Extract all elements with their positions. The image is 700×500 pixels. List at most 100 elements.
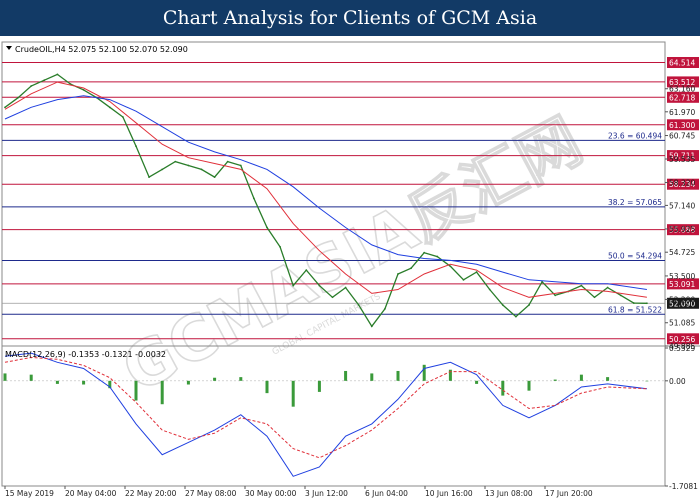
y-tick-label: 55.925 xyxy=(669,225,695,234)
price-point xyxy=(593,296,596,299)
macd-label: MACD(12,26,9) -0.1353 -0.1321 -0.0032 xyxy=(5,350,166,359)
fibonacci-label: 38.2 = 57.065 xyxy=(608,198,662,207)
x-tick-label: 22 May 20:00 xyxy=(125,489,177,498)
macd-histogram-bar xyxy=(475,380,479,384)
macd-histogram-bar xyxy=(579,374,583,381)
price-point xyxy=(436,255,439,258)
y-tick-label: 53.500 xyxy=(669,272,695,281)
macd-histogram-bar xyxy=(213,377,217,381)
price-point xyxy=(619,294,622,297)
price-point xyxy=(30,85,33,87)
x-tick-label: 17 Jun 20:00 xyxy=(545,489,593,498)
price-point xyxy=(423,251,426,254)
price-point xyxy=(580,284,583,287)
macd-histogram-bar xyxy=(186,380,190,385)
macd-histogram-bar xyxy=(370,373,374,381)
resistance-label: 61.300 xyxy=(669,121,695,130)
macd-histogram-bar xyxy=(645,380,649,382)
macd-histogram-bar xyxy=(553,379,557,381)
macd-histogram-bar xyxy=(317,380,321,392)
price-point xyxy=(122,116,124,118)
y-tick-label: 63.160 xyxy=(669,85,695,94)
price-point xyxy=(449,265,452,268)
price-point xyxy=(200,168,203,171)
macd-histogram-bar xyxy=(291,380,295,407)
price-chart: GCMASIA反汇网 GLOBAL CAPITAL MARKETS 64.514… xyxy=(1,41,700,498)
price-point xyxy=(292,284,295,287)
macd-histogram-bar xyxy=(134,380,138,401)
y-tick-label: 51.085 xyxy=(669,319,695,328)
macd-histogram-bar xyxy=(422,364,426,381)
macd-histogram-bar xyxy=(265,380,269,394)
price-point xyxy=(226,160,229,163)
x-tick-label: 13 Jun 08:00 xyxy=(485,489,533,498)
price-point xyxy=(187,164,190,167)
resistance-label: 64.514 xyxy=(669,58,695,67)
price-point xyxy=(318,284,321,287)
macd-histogram-bar xyxy=(160,380,164,405)
x-tick-label: 30 May 00:00 xyxy=(245,489,297,498)
price-point xyxy=(239,164,242,167)
fibonacci-label: 50.0 = 54.294 xyxy=(608,252,662,261)
price-point xyxy=(161,168,164,171)
x-tick-label: 27 May 08:00 xyxy=(185,489,237,498)
fibonacci-label: 61.8 = 51.522 xyxy=(608,305,662,314)
price-point xyxy=(357,304,360,306)
y-tick-label: 57.140 xyxy=(669,201,695,210)
macd-y-tick-label: 0.5329 xyxy=(669,344,695,353)
price-point xyxy=(266,226,268,229)
fibonacci-label: 23.6 = 60.494 xyxy=(608,131,662,140)
resistance-label: 62.718 xyxy=(669,93,695,102)
macd-histogram-bar xyxy=(396,370,400,381)
price-point xyxy=(82,88,85,91)
price-point xyxy=(253,197,255,200)
price-point xyxy=(384,307,386,310)
y-tick-label: 54.725 xyxy=(669,248,695,257)
price-point xyxy=(17,96,19,99)
price-point xyxy=(462,278,465,281)
price-point xyxy=(646,302,648,305)
x-tick-label: 15 May 2019 xyxy=(5,489,54,498)
price-point xyxy=(148,176,151,179)
chart-header: Chart Analysis for Clients of GCM Asia xyxy=(0,0,700,36)
price-point xyxy=(56,73,59,76)
macd-histogram-bar xyxy=(344,370,348,381)
x-tick-label: 20 May 04:00 xyxy=(65,489,117,498)
macd-histogram-bar xyxy=(501,380,505,396)
price-point xyxy=(331,296,334,299)
price-point xyxy=(554,294,557,297)
price-point xyxy=(410,267,412,270)
y-tick-label: 52.290 xyxy=(669,295,695,304)
price-point xyxy=(135,145,137,147)
macd-histogram-bar xyxy=(527,380,531,391)
symbol-info: CrudeOIL,H4 52.075 52.100 52.070 52.090 xyxy=(15,45,188,54)
x-tick-label: 6 Jun 04:00 xyxy=(365,489,408,498)
price-point xyxy=(606,286,609,289)
resistance-label: 53.091 xyxy=(669,280,695,289)
price-point xyxy=(370,325,373,328)
macd-y-tick-label: -1.7081 xyxy=(669,482,698,491)
price-point xyxy=(279,245,281,248)
y-tick-label: 58.320 xyxy=(669,179,695,188)
macd-histogram-bar xyxy=(606,377,610,381)
price-point xyxy=(305,269,308,272)
price-point xyxy=(108,106,111,109)
price-point xyxy=(397,273,399,275)
macd-histogram-bar xyxy=(82,380,86,385)
x-tick-label: 10 Jun 16:00 xyxy=(425,489,473,498)
x-tick-label: 3 Jun 12:00 xyxy=(305,489,348,498)
price-point xyxy=(344,286,347,289)
price-point xyxy=(501,304,504,306)
y-tick-label: 61.970 xyxy=(669,108,695,117)
price-point xyxy=(488,288,491,291)
price-point xyxy=(4,106,6,109)
price-point xyxy=(213,176,216,179)
macd-histogram-bar xyxy=(239,377,243,381)
y-tick-label: 59.535 xyxy=(669,155,695,164)
price-point xyxy=(43,79,46,82)
price-point xyxy=(515,315,517,318)
price-point xyxy=(528,304,530,306)
price-point xyxy=(174,160,177,163)
macd-histogram-bar xyxy=(55,380,59,384)
price-point xyxy=(475,271,478,273)
